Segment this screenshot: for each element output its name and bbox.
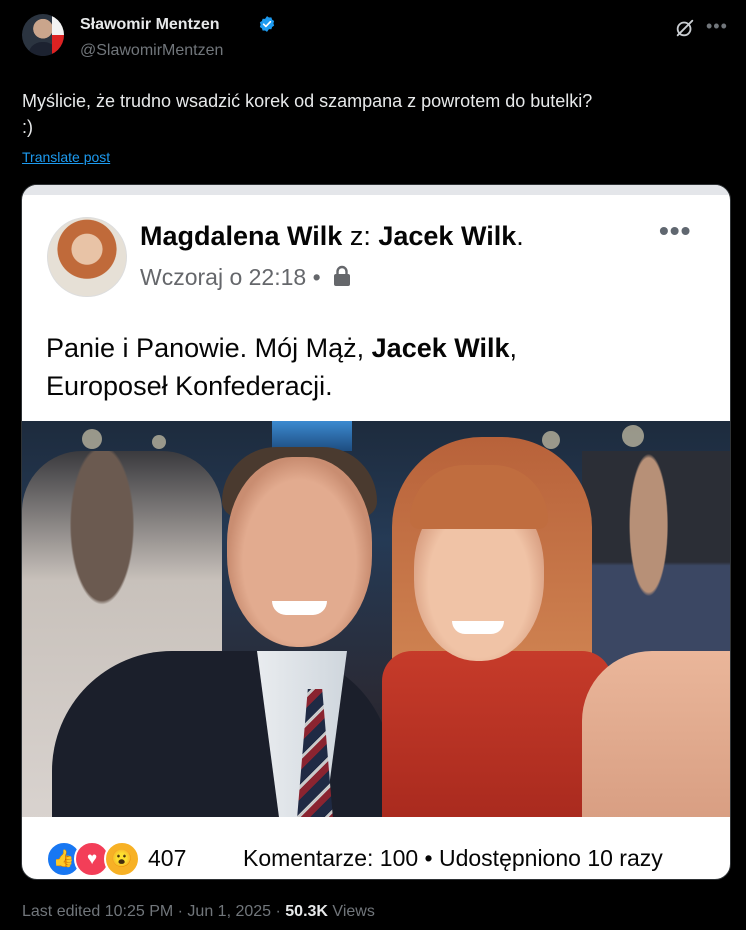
lock-icon <box>334 265 351 286</box>
fb-photo <box>22 421 730 817</box>
fb-post-text: Panie i Panowie. Mój Mąż, Jacek Wilk, Eu… <box>46 329 706 405</box>
fb-stats: Komentarze: 100 • Udostępniono 10 razy <box>243 845 663 871</box>
fb-author-name: Magdalena Wilk <box>140 221 343 251</box>
post-image[interactable]: Magdalena Wilk z: Jacek Wilk. ••• Wczora… <box>21 184 731 880</box>
author-name[interactable]: Sławomir Mentzen <box>80 16 220 34</box>
fb-more-icon: ••• <box>659 215 692 246</box>
author-avatar[interactable] <box>22 14 64 56</box>
fb-author-avatar <box>47 217 127 297</box>
post-text: Myślicie, że trudno wsadzić korek od sza… <box>22 91 593 137</box>
views-label: Views <box>327 903 375 920</box>
fb-with-name: Jacek Wilk <box>378 221 517 251</box>
wow-icon: 😮 <box>104 841 140 877</box>
views-count: 50.3K <box>285 903 328 920</box>
fb-reaction-count: 407 <box>148 845 187 871</box>
fb-with-prefix: z: <box>349 221 371 251</box>
more-options-icon[interactable]: ••• <box>706 16 728 37</box>
fb-separator: • <box>312 264 321 290</box>
edited-timestamp[interactable]: Last edited 10:25 PM · Jun 1, 2025 · <box>22 903 285 920</box>
fb-with-suffix: . <box>516 221 524 251</box>
post-meta: Last edited 10:25 PM · Jun 1, 2025 · 50.… <box>22 903 375 921</box>
fb-text-before: Panie i Panowie. Mój Mąż, <box>46 333 372 363</box>
fb-meta: Wczoraj o 22:18 • <box>140 264 351 291</box>
fb-timestamp: Wczoraj o 22:18 <box>140 264 307 290</box>
fb-author-line: Magdalena Wilk z: Jacek Wilk. <box>140 221 524 252</box>
fb-text-bold: Jacek Wilk <box>371 333 510 363</box>
verified-badge-icon <box>259 16 275 32</box>
grok-icon[interactable] <box>674 17 696 39</box>
author-handle[interactable]: @SlawomirMentzen <box>80 42 223 60</box>
image-top-bar <box>22 185 730 195</box>
translate-post-link[interactable]: Translate post <box>22 149 110 165</box>
